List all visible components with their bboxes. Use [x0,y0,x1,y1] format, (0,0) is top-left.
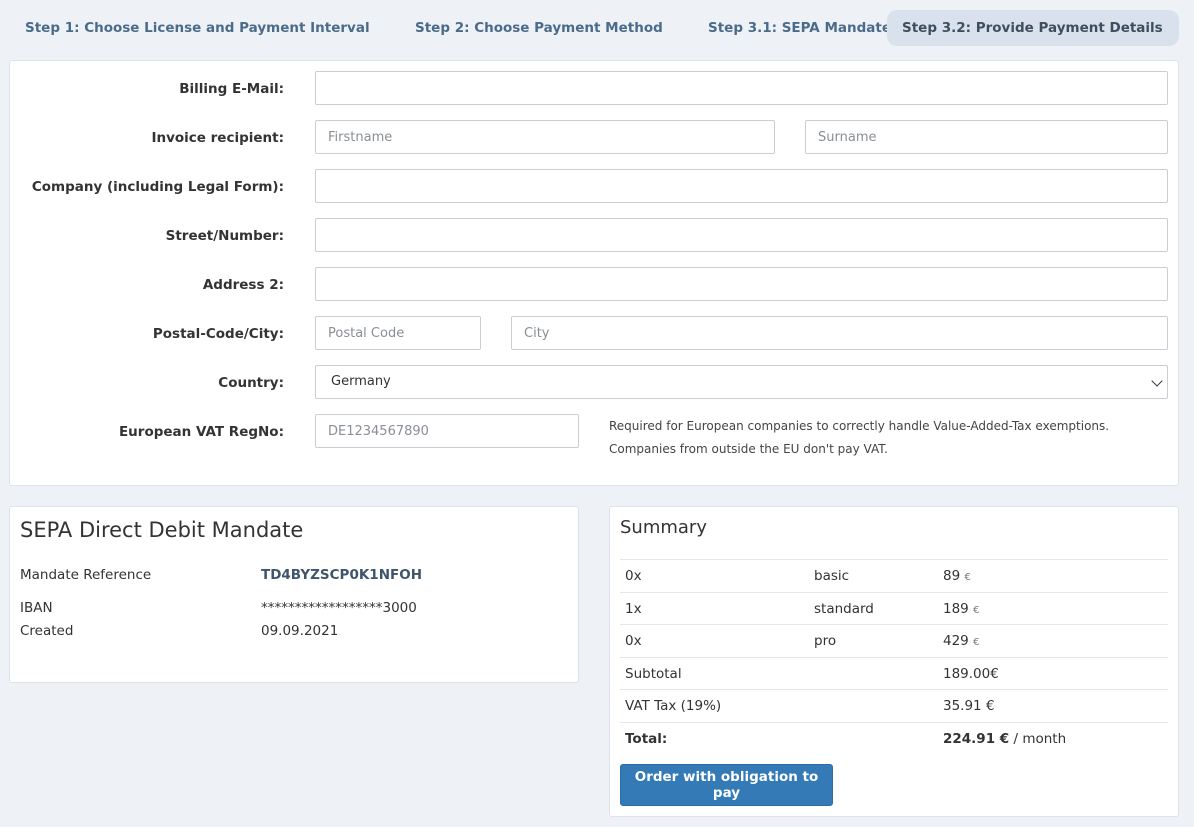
row-plan: basic [814,568,850,584]
table-row: 0x pro 429 € [620,624,1168,657]
total-period: / month [1009,730,1067,747]
vat-row: VAT Tax (19%) 35.91 € [620,689,1168,722]
chevron-down-icon [1151,375,1163,387]
euro-icon: € [973,637,980,648]
sepa-title: SEPA Direct Debit Mandate [20,518,304,542]
price-value: 89 [943,568,961,584]
address2-label: Address 2: [202,277,284,293]
price-value: 429 [943,633,969,649]
address2-input[interactable] [315,267,1168,301]
total-label: Total: [625,730,668,747]
country-label: Country: [218,375,284,391]
sepa-mandate-panel: SEPA Direct Debit Mandate Mandate Refere… [9,506,579,683]
company-label: Company (including Legal Form): [31,179,284,195]
subtotal-label: Subtotal [625,665,682,682]
invoice-recipient-label: Invoice recipient: [151,130,284,146]
row-qty: 1x [625,600,642,617]
billing-email-input[interactable] [315,71,1168,105]
price-value: 189 [943,600,969,617]
created-label: Created [20,623,74,639]
row-price: 429 € [943,633,979,649]
tab-step-1[interactable]: Step 1: Choose License and Payment Inter… [10,10,385,46]
vat-label: European VAT RegNo: [118,424,284,440]
iban-value: ******************3000 [261,600,417,616]
summary-title: Summary [620,517,707,538]
street-label: Street/Number: [165,228,284,244]
row-qty: 0x [625,633,642,649]
summary-table: 0x basic 89 € 1x standard 189 € 0x pro 4… [620,559,1168,754]
subtotal-value: 189.00€ [943,665,999,682]
vat-tax-label: VAT Tax (19%) [625,698,722,714]
tab-step-2[interactable]: Step 2: Choose Payment Method [400,10,678,46]
row-plan: standard [814,600,874,617]
street-input[interactable] [315,218,1168,252]
euro-icon: € [973,604,980,616]
vat-tax-value: 35.91 € [943,698,995,714]
row-price: 189 € [943,601,979,617]
created-value: 09.09.2021 [261,623,339,639]
tab-step-3-2[interactable]: Step 3.2: Provide Payment Details [887,10,1179,46]
order-button[interactable]: Order with obligation to pay [620,764,833,806]
subtotal-row: Subtotal 189.00€ [620,656,1168,690]
euro-icon: € [964,572,971,583]
mandate-reference-label: Mandate Reference [20,567,152,583]
total-value: 224.91 € [943,730,1010,747]
postal-code-input[interactable] [315,316,481,350]
summary-panel: Summary 0x basic 89 € 1x standard 189 € … [609,506,1179,817]
total-row: Total: 224.91 € / month [620,721,1168,755]
iban-label: IBAN [20,600,53,616]
table-row: 0x basic 89 € [620,559,1168,592]
country-selected-value: Germany [331,374,391,389]
postal-city-label: Postal-Code/City: [152,326,284,342]
city-input[interactable] [511,316,1168,350]
surname-input[interactable] [805,120,1168,154]
table-row: 1x standard 189 € [620,591,1168,625]
vat-input[interactable] [315,414,579,448]
vat-help-text: Required for European companies to corre… [609,419,1110,456]
payment-details-form: Billing E-Mail: Invoice recipient: Compa… [9,60,1179,486]
company-input[interactable] [315,169,1168,203]
row-plan: pro [814,633,837,649]
billing-email-label: Billing E-Mail: [179,81,284,97]
step-tabs: Step 1: Choose License and Payment Inter… [10,10,1180,46]
row-price: 89 € [943,568,971,584]
mandate-reference-value: TD4BYZSCP0K1NFOH [261,567,422,583]
total-value-wrap: 224.91 € / month [943,731,1066,747]
country-select[interactable]: Germany [315,365,1168,399]
row-qty: 0x [625,568,642,584]
tab-step-3-1[interactable]: Step 3.1: SEPA Mandate [693,10,906,46]
firstname-input[interactable] [315,120,775,154]
